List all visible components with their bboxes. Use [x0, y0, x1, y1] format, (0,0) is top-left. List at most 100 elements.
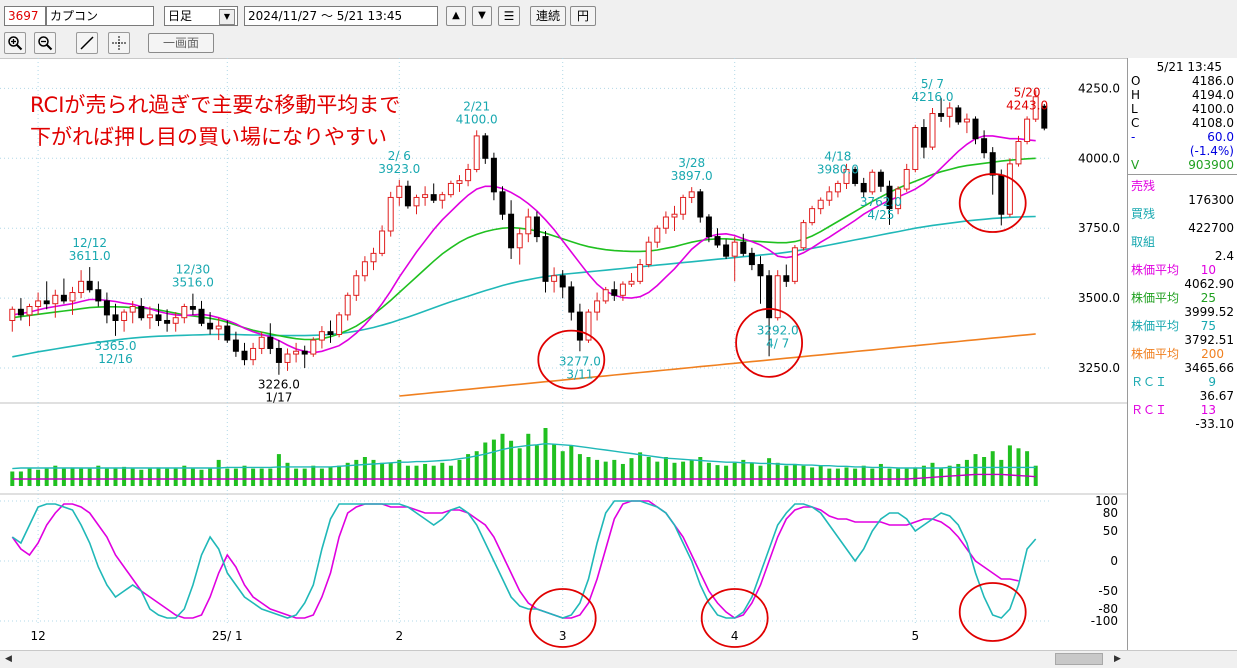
- volume-bar: [233, 468, 238, 486]
- volume-bar: [380, 462, 385, 486]
- candle-body: [628, 280, 635, 285]
- candle-body: [748, 252, 755, 266]
- candle-body: [275, 347, 282, 363]
- volume-bar: [173, 468, 178, 486]
- volume-bar: [259, 468, 264, 486]
- menu-icon: ☰: [503, 9, 515, 23]
- volume-bar: [577, 454, 582, 486]
- volume-bar: [122, 466, 127, 486]
- volume-bar: [397, 459, 402, 486]
- rci-panel: [11, 500, 1037, 619]
- peak-label-date: 12/12: [72, 236, 107, 250]
- volume-bar: [767, 458, 772, 486]
- crosshair-button[interactable]: [108, 32, 130, 54]
- candle-body: [619, 283, 626, 296]
- candle: [396, 179, 403, 206]
- volume-bar: [208, 468, 213, 486]
- period-select-value: 日足: [168, 9, 193, 23]
- zoom-in-button[interactable]: [4, 32, 26, 54]
- margin-ratio-label: 取組: [1131, 235, 1156, 249]
- stock-chart[interactable]: 12 25/ 1 2 3 4 5 4250.0 4000.0 3750.0 3500.0 3250.…: [0, 58, 1127, 650]
- stock-name-field[interactable]: カプコン: [46, 6, 154, 26]
- volume-bar: [517, 448, 522, 486]
- candle: [43, 281, 50, 310]
- trough-label-date: 4/ 7: [766, 336, 789, 350]
- candle-body: [912, 127, 919, 170]
- candle-body: [826, 191, 833, 201]
- volume-bar: [706, 462, 711, 486]
- trendline-button[interactable]: [76, 32, 98, 54]
- scroll-thumb[interactable]: [1055, 653, 1103, 665]
- volume-bar: [423, 463, 428, 486]
- volume-bar: [715, 465, 720, 486]
- volume-bar: [861, 465, 866, 486]
- scroll-right-icon[interactable]: ▶: [1110, 652, 1125, 667]
- high-value: 4194.0: [1192, 88, 1234, 102]
- low-value: 4100.0: [1192, 102, 1234, 116]
- volume-bar: [655, 461, 660, 486]
- volume-bar: [276, 454, 281, 486]
- volume-bar: [1007, 445, 1012, 486]
- candle-body: [963, 118, 970, 123]
- candle: [35, 292, 42, 315]
- candle-body: [164, 319, 171, 324]
- candle-body: [551, 275, 558, 282]
- peak-label: 3292.04/ 7: [757, 323, 799, 350]
- candle-body: [1006, 163, 1013, 215]
- date-range-field[interactable]: 2024/11/27 ～ 5/21 13:45: [244, 6, 438, 26]
- candle: [95, 281, 102, 307]
- rci9-value: 36.67: [1199, 389, 1234, 403]
- candle: [542, 231, 549, 293]
- ma25-period: 25: [1200, 291, 1216, 305]
- volume-bar: [586, 457, 591, 486]
- rci-tick-label: 80: [1103, 506, 1118, 520]
- period-select[interactable]: 日足 ▼: [164, 6, 238, 26]
- candle: [490, 152, 497, 201]
- menu-button[interactable]: ☰: [498, 6, 520, 26]
- zoom-out-button[interactable]: [34, 32, 56, 54]
- candle-body: [17, 308, 24, 316]
- horizontal-scrollbar[interactable]: ◀ ▶: [0, 650, 1127, 668]
- volume-bar: [337, 465, 342, 486]
- volume-bar: [595, 459, 600, 486]
- candle-body: [559, 275, 566, 288]
- scroll-left-icon[interactable]: ◀: [1, 652, 16, 667]
- volume-bar: [827, 468, 832, 486]
- change-value: 60.0: [1207, 130, 1234, 144]
- volume-bar: [818, 465, 823, 486]
- ma200-value: 3465.66: [1184, 361, 1234, 375]
- ma10-value: 4062.90: [1184, 277, 1234, 291]
- candle: [533, 211, 540, 243]
- candle: [155, 303, 162, 327]
- scroll-up-button[interactable]: ▲: [446, 6, 466, 26]
- candle: [981, 130, 988, 159]
- highlight-circles: [528, 173, 1027, 648]
- margin-ratio-value: 2.4: [1214, 249, 1234, 263]
- candle: [783, 264, 790, 287]
- candle-body: [800, 222, 807, 249]
- candle: [869, 169, 876, 195]
- volume-bar: [853, 468, 858, 486]
- candle-body: [482, 135, 489, 159]
- scroll-down-button[interactable]: ▼: [472, 6, 492, 26]
- candle: [430, 183, 437, 204]
- candle: [645, 236, 652, 268]
- candle-body: [310, 339, 317, 355]
- trough-label-price: 3226.0: [258, 378, 300, 392]
- open-value: 4186.0: [1192, 74, 1234, 88]
- volume-bar: [801, 465, 806, 486]
- volume-panel: [10, 428, 1038, 486]
- candle-body: [903, 168, 910, 190]
- one-screen-button[interactable]: 一画面: [148, 33, 214, 53]
- candle-body: [1015, 141, 1022, 165]
- continuous-button[interactable]: 連続: [530, 6, 566, 26]
- stock-code-field[interactable]: 3697: [4, 6, 46, 26]
- currency-button[interactable]: 円: [570, 6, 596, 26]
- candle: [654, 225, 661, 248]
- peak-label: 2/214100.0: [456, 99, 498, 126]
- trough-label-date: 1/17: [265, 391, 292, 405]
- candle: [336, 312, 343, 338]
- candle: [447, 180, 454, 198]
- volume-bar: [646, 457, 651, 486]
- close-value: 4108.0: [1192, 116, 1234, 130]
